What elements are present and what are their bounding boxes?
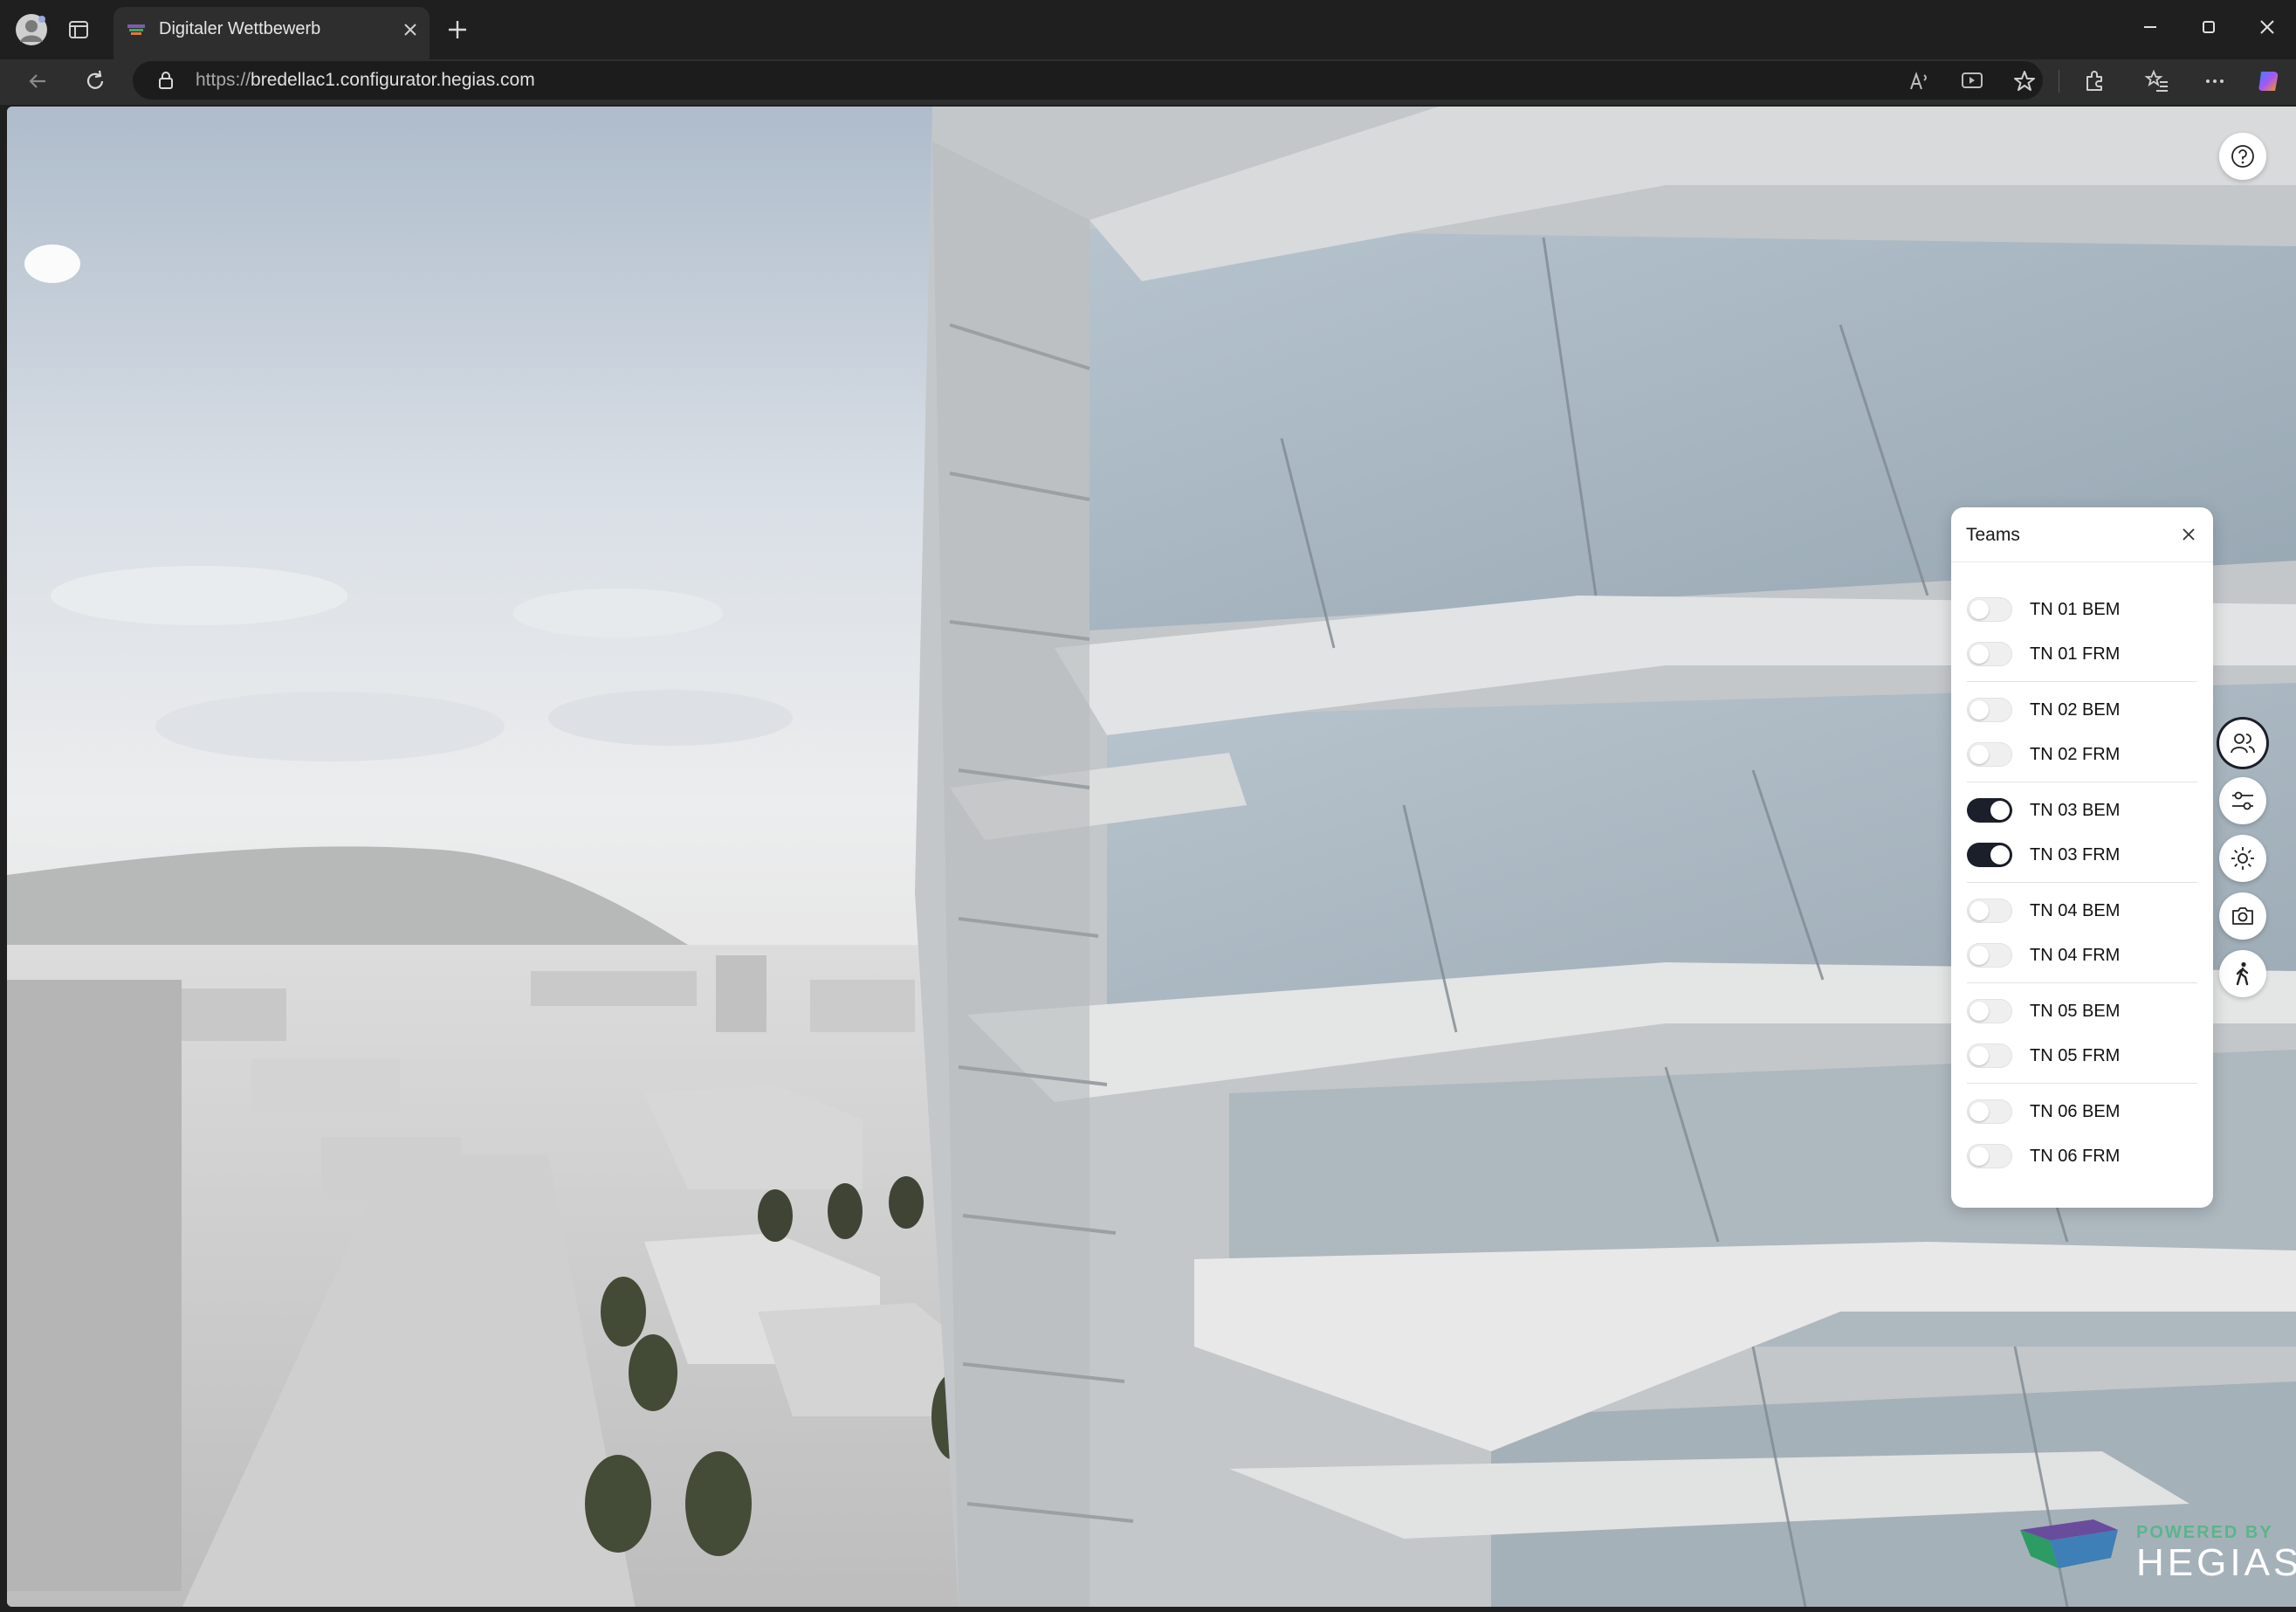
camera-button[interactable] [2219,892,2266,940]
new-tab-icon[interactable] [445,17,470,42]
walk-button[interactable] [2219,950,2266,997]
help-icon [2231,145,2254,168]
team-label: TN 03 BEM [2030,801,2121,820]
team-toggle-switch[interactable] [1967,597,2012,622]
team-toggle-row[interactable]: TN 03 FRM [1967,836,2203,874]
teams-button[interactable] [2219,720,2266,767]
panel-header-divider [1951,561,2213,562]
team-toggle-switch[interactable] [1967,642,2012,666]
team-label: TN 01 BEM [2030,600,2121,619]
team-toggle-row[interactable]: TN 01 BEM [1967,590,2203,629]
close-tab-icon[interactable] [398,17,423,42]
toggle-knob [1969,700,1989,720]
maximize-icon[interactable] [2196,14,2222,40]
toggle-knob [1990,845,2010,865]
teams-close-button[interactable] [2174,520,2203,549]
favorite-star-icon[interactable] [2011,68,2038,94]
team-label: TN 02 FRM [2030,745,2121,764]
hegias-logo-icon [2015,1516,2123,1572]
site-info-icon[interactable] [155,70,176,91]
team-label: TN 04 BEM [2030,901,2121,920]
team-label: TN 02 BEM [2030,700,2121,720]
team-label: TN 06 BEM [2030,1102,2121,1121]
tab-title: Digitaler Wettbewerb [159,19,321,38]
toggle-knob [1969,745,1989,764]
group-divider [1967,882,2197,883]
team-label: TN 06 FRM [2030,1147,2121,1166]
read-aloud-icon[interactable] [1907,68,1933,94]
toggle-knob [1969,644,1989,664]
url-host: bredellac1.configurator.hegias.com [251,70,535,90]
team-toggle-row[interactable]: TN 04 BEM [1967,892,2203,930]
team-toggle-switch[interactable] [1967,1099,2012,1124]
url-text: https://bredellac1.configurator.hegias.c… [196,70,535,91]
team-toggle-row[interactable]: TN 04 FRM [1967,936,2203,975]
team-toggle-switch[interactable] [1967,843,2012,867]
url-scheme: https:// [196,70,251,90]
more-icon[interactable] [2202,68,2228,94]
toggle-knob [1969,600,1989,619]
team-toggle-row[interactable]: TN 06 FRM [1967,1137,2203,1175]
powered-by-label: POWERED BY [2136,1523,2273,1542]
close-icon [2183,528,2195,541]
team-toggle-switch[interactable] [1967,698,2012,722]
team-toggle-row[interactable]: TN 03 BEM [1967,791,2203,830]
walk-icon [2236,961,2249,986]
settings-sliders-icon [2232,791,2253,810]
team-toggle-row[interactable]: TN 01 FRM [1967,635,2203,673]
team-toggle-switch[interactable] [1967,742,2012,767]
group-divider [1967,982,2197,983]
close-window-icon[interactable] [2254,14,2280,40]
toggle-knob [1969,1102,1989,1121]
hegias-brand-label: HEGIAS [2136,1541,2296,1584]
sun-icon [2231,847,2254,870]
tab-actions-icon[interactable] [68,19,89,40]
team-toggle-switch[interactable] [1967,798,2012,823]
teams-icon [2231,734,2255,754]
team-toggle-row[interactable]: TN 05 BEM [1967,992,2203,1030]
teams-panel-title: Teams [1966,525,2020,545]
toggle-knob [1969,1002,1989,1021]
group-divider [1967,681,2197,682]
minimize-icon[interactable] [2137,14,2163,40]
favicon-icon [127,23,145,37]
team-label: TN 04 FRM [2030,946,2121,965]
team-toggle-switch[interactable] [1967,899,2012,923]
team-toggle-switch[interactable] [1967,1144,2012,1168]
back-icon[interactable] [24,68,51,94]
teams-panel: Teams TN 01 BEM TN 01 FRM TN 02 BEM TN 0… [1951,507,2213,1208]
team-label: TN 05 BEM [2030,1002,2121,1021]
toggle-knob [1969,901,1989,920]
toggle-knob [1990,801,2010,820]
team-label: TN 05 FRM [2030,1046,2121,1065]
help-button[interactable] [2219,133,2266,180]
team-toggle-switch[interactable] [1967,999,2012,1023]
team-toggle-switch[interactable] [1967,1044,2012,1068]
toggle-knob [1969,946,1989,965]
team-toggle-row[interactable]: TN 02 FRM [1967,735,2203,774]
settings-button[interactable] [2219,777,2266,824]
sun-button[interactable] [2219,835,2266,882]
immersive-reader-icon[interactable] [1959,68,1985,94]
refresh-icon[interactable] [82,68,108,94]
team-label: TN 01 FRM [2030,644,2121,664]
camera-icon [2232,907,2253,925]
team-label: TN 03 FRM [2030,845,2121,865]
group-divider [1967,1083,2197,1084]
copilot-icon[interactable] [2254,66,2284,96]
team-toggle-row[interactable]: TN 02 BEM [1967,691,2203,729]
profile-avatar-icon[interactable] [16,14,47,45]
extensions-icon[interactable] [2081,68,2107,94]
team-toggle-row[interactable]: TN 05 FRM [1967,1037,2203,1075]
team-toggle-switch[interactable] [1967,943,2012,968]
team-toggle-row[interactable]: TN 06 BEM [1967,1092,2203,1131]
favorites-icon[interactable] [2144,68,2170,94]
toggle-knob [1969,1046,1989,1065]
toggle-knob [1969,1147,1989,1166]
